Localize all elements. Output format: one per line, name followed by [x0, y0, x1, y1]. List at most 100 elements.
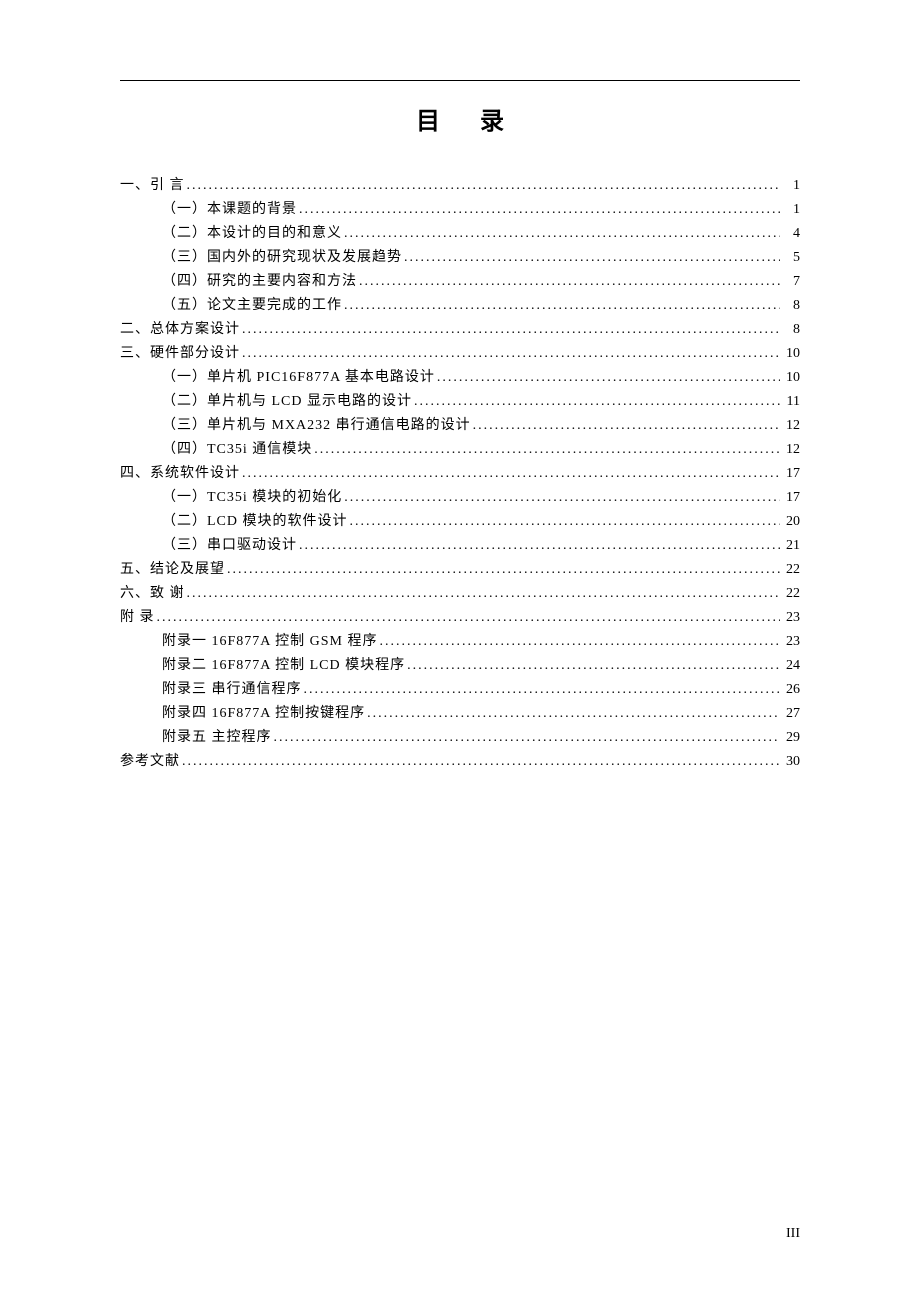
toc-entry-page: 21 [780, 534, 800, 558]
toc-entry-page: 23 [780, 606, 800, 630]
top-rule [120, 80, 800, 81]
toc-entry-page: 8 [780, 318, 800, 342]
toc-leader-dots [342, 294, 780, 318]
toc-entry-label: （三）串口驱动设计 [162, 534, 297, 558]
toc-leader-dots [185, 174, 781, 198]
toc-entry-page: 26 [780, 678, 800, 702]
toc-entry-label: （二）单片机与 LCD 显示电路的设计 [162, 390, 412, 414]
toc-entry-page: 1 [780, 198, 800, 222]
toc-entry-page: 22 [780, 582, 800, 606]
toc-entry-page: 10 [780, 342, 800, 366]
toc-entry-page: 4 [780, 222, 800, 246]
toc-leader-dots [342, 222, 780, 246]
toc-entry-label: 四、系统软件设计 [120, 462, 240, 486]
toc-entry: 五、结论及展望 22 [120, 558, 800, 582]
toc-entry: 三、硬件部分设计 10 [120, 342, 800, 366]
toc-entry-label: 二、总体方案设计 [120, 318, 240, 342]
page-number: III [786, 1226, 800, 1242]
toc-entry-label: （一）TC35i 模块的初始化 [162, 486, 342, 510]
toc-leader-dots [155, 606, 781, 630]
toc-entry-label: （二）本设计的目的和意义 [162, 222, 342, 246]
toc-entry-label: 附 录 [120, 606, 155, 630]
toc-leader-dots [297, 534, 780, 558]
toc-leader-dots [342, 486, 780, 510]
toc-entry-label: （三）国内外的研究现状及发展趋势 [162, 246, 402, 270]
toc-entry-label: （三）单片机与 MXA232 串行通信电路的设计 [162, 414, 471, 438]
toc-entry-label: 三、硬件部分设计 [120, 342, 240, 366]
toc-entry-page: 5 [780, 246, 800, 270]
toc-leader-dots [405, 654, 780, 678]
toc-leader-dots [240, 462, 780, 486]
toc-entry: 附 录 23 [120, 606, 800, 630]
toc-entry: 二、总体方案设计 8 [120, 318, 800, 342]
toc-entry-page: 20 [780, 510, 800, 534]
toc-entry: （一）单片机 PIC16F877A 基本电路设计10 [120, 366, 800, 390]
toc-entry-label: 附录五 主控程序 [162, 726, 272, 750]
toc-list: 一、引 言1（一）本课题的背景1（二）本设计的目的和意义4（三）国内外的研究现状… [120, 174, 800, 774]
toc-leader-dots [302, 678, 781, 702]
toc-leader-dots [297, 198, 780, 222]
toc-entry: （二）单片机与 LCD 显示电路的设计 11 [120, 390, 800, 414]
toc-entry-page: 17 [780, 486, 800, 510]
toc-entry-label: （一）单片机 PIC16F877A 基本电路设计 [162, 366, 435, 390]
document-page: 目录 一、引 言1（一）本课题的背景1（二）本设计的目的和意义4（三）国内外的研… [0, 0, 920, 1302]
toc-entry: 一、引 言1 [120, 174, 800, 198]
toc-leader-dots [180, 750, 780, 774]
toc-entry-page: 1 [780, 174, 800, 198]
toc-entry: 附录五 主控程序 29 [120, 726, 800, 750]
toc-entry: （二）本设计的目的和意义 4 [120, 222, 800, 246]
toc-entry: 六、致 谢 22 [120, 582, 800, 606]
toc-title: 目录 [120, 101, 800, 136]
toc-entry-page: 29 [780, 726, 800, 750]
toc-entry-page: 12 [780, 414, 800, 438]
toc-entry-page: 8 [780, 294, 800, 318]
toc-entry: （四）TC35i 通信模块 12 [120, 438, 800, 462]
toc-entry-label: 附录二 16F877A 控制 LCD 模块程序 [162, 654, 405, 678]
toc-entry-page: 23 [780, 630, 800, 654]
toc-entry: （五）论文主要完成的工作 8 [120, 294, 800, 318]
toc-leader-dots [240, 342, 780, 366]
toc-entry: 附录四 16F877A 控制按键程序 27 [120, 702, 800, 726]
toc-entry: （三）单片机与 MXA232 串行通信电路的设计 12 [120, 414, 800, 438]
toc-leader-dots [357, 270, 780, 294]
toc-leader-dots [377, 630, 780, 654]
toc-leader-dots [365, 702, 780, 726]
toc-entry: 四、系统软件设计 17 [120, 462, 800, 486]
toc-entry: （四）研究的主要内容和方法 7 [120, 270, 800, 294]
toc-leader-dots [272, 726, 781, 750]
toc-entry: 附录三 串行通信程序 26 [120, 678, 800, 702]
toc-leader-dots [402, 246, 780, 270]
toc-entry: 附录一 16F877A 控制 GSM 程序 23 [120, 630, 800, 654]
toc-entry-label: （四）TC35i 通信模块 [162, 438, 312, 462]
toc-entry-label: （二）LCD 模块的软件设计 [162, 510, 348, 534]
toc-leader-dots [412, 390, 780, 414]
toc-entry-label: （一）本课题的背景 [162, 198, 297, 222]
toc-entry-label: 附录三 串行通信程序 [162, 678, 302, 702]
toc-entry: （一）TC35i 模块的初始化 17 [120, 486, 800, 510]
toc-entry: （一）本课题的背景 1 [120, 198, 800, 222]
toc-entry: （三）串口驱动设计 21 [120, 534, 800, 558]
toc-entry-page: 24 [780, 654, 800, 678]
toc-entry-label: （四）研究的主要内容和方法 [162, 270, 357, 294]
toc-entry-page: 17 [780, 462, 800, 486]
toc-entry: 参考文献30 [120, 750, 800, 774]
toc-entry-label: 五、结论及展望 [120, 558, 225, 582]
toc-leader-dots [225, 558, 780, 582]
toc-entry: （二）LCD 模块的软件设计 20 [120, 510, 800, 534]
toc-entry-page: 11 [780, 390, 800, 414]
toc-leader-dots [348, 510, 781, 534]
toc-leader-dots [185, 582, 781, 606]
toc-entry-label: 附录四 16F877A 控制按键程序 [162, 702, 365, 726]
toc-entry-page: 30 [780, 750, 800, 774]
toc-entry-page: 27 [780, 702, 800, 726]
toc-entry-page: 22 [780, 558, 800, 582]
toc-entry: （三）国内外的研究现状及发展趋势 5 [120, 246, 800, 270]
toc-leader-dots [240, 318, 780, 342]
toc-entry-label: 六、致 谢 [120, 582, 185, 606]
toc-entry-page: 12 [780, 438, 800, 462]
toc-entry-label: 附录一 16F877A 控制 GSM 程序 [162, 630, 377, 654]
toc-leader-dots [312, 438, 780, 462]
toc-entry-label: （五）论文主要完成的工作 [162, 294, 342, 318]
toc-entry-page: 7 [780, 270, 800, 294]
toc-leader-dots [435, 366, 780, 390]
